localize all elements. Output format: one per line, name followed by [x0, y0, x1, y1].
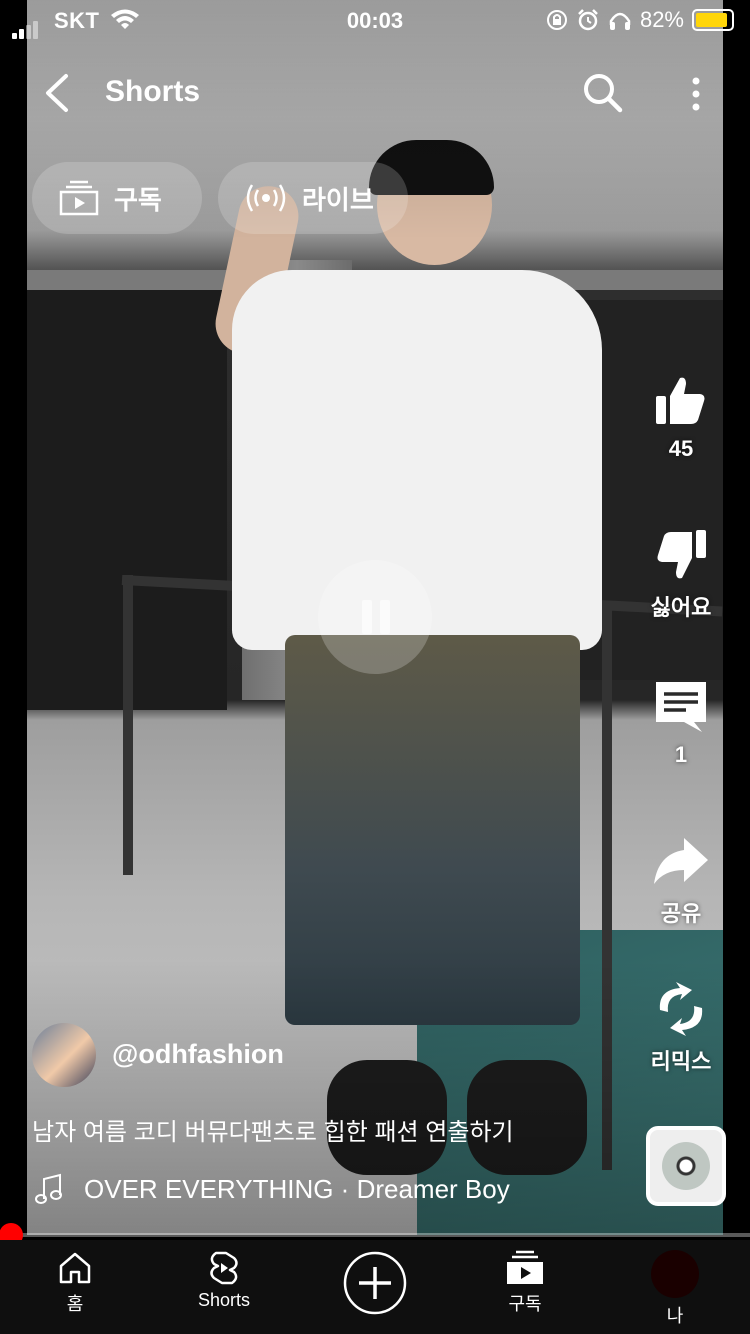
- album-disc: [662, 1142, 710, 1190]
- nav-home[interactable]: 홈: [15, 1250, 135, 1316]
- chip-subscriptions[interactable]: 구독: [32, 162, 202, 234]
- page-title: Shorts: [105, 75, 201, 108]
- profile-avatar: [651, 1250, 699, 1298]
- comment-count: 1: [674, 742, 688, 767]
- channel-handle[interactable]: @odhfashion: [112, 1039, 284, 1070]
- share-icon: [654, 838, 708, 884]
- music-info[interactable]: OVER EVERYTHING · Dreamer Boy: [34, 1173, 510, 1205]
- bottom-nav: 홈 Shorts 구독 나: [0, 1240, 750, 1334]
- subscriptions-icon: [507, 1250, 543, 1284]
- remix-icon: [659, 982, 703, 1036]
- battery-icon: [692, 9, 734, 31]
- nav-shorts[interactable]: Shorts: [164, 1250, 284, 1311]
- video-description[interactable]: 남자 여름 코디 버뮤다팬츠로 힙한 패션 연출하기: [32, 1112, 514, 1147]
- pause-button[interactable]: [318, 560, 432, 674]
- home-icon: [59, 1252, 91, 1284]
- album-art[interactable]: [646, 1126, 726, 1206]
- music-title: OVER EVERYTHING · Dreamer Boy: [84, 1173, 510, 1204]
- create-plus-icon[interactable]: [342, 1250, 408, 1316]
- nav-me[interactable]: 나: [615, 1250, 735, 1328]
- status-right: 82%: [546, 7, 734, 33]
- more-vert-icon[interactable]: [684, 72, 708, 116]
- like-count: 45: [668, 436, 694, 461]
- nav-label: 구독: [508, 1294, 542, 1314]
- thumbs-up-icon: [656, 377, 705, 424]
- status-bar: SKT 00:03 82%: [0, 0, 750, 40]
- back-arrow-icon[interactable]: [36, 68, 86, 118]
- rotation-lock-icon: [546, 10, 567, 30]
- remix-button[interactable]: 리믹스: [626, 978, 736, 1076]
- alarm-icon: [578, 9, 598, 31]
- music-note-icon: [35, 1173, 62, 1204]
- share-button[interactable]: 공유: [626, 830, 736, 928]
- comment-icon: [656, 682, 706, 732]
- nav-label: Shorts: [197, 1290, 251, 1310]
- share-label: 공유: [660, 901, 702, 926]
- nav-label: 나: [666, 1306, 684, 1326]
- battery-percent: 82%: [639, 7, 684, 32]
- channel-avatar[interactable]: [32, 1023, 96, 1087]
- nav-label: 홈: [66, 1294, 84, 1314]
- comment-button[interactable]: 1: [626, 676, 736, 768]
- dislike-label: 싫어요: [650, 595, 712, 620]
- subscriptions-icon: [59, 180, 99, 216]
- live-icon: [246, 184, 286, 212]
- chip-label: 라이브: [302, 184, 374, 215]
- top-bar: Shorts: [0, 60, 750, 130]
- headphones-icon: [609, 12, 631, 30]
- like-button[interactable]: 45: [626, 370, 736, 462]
- nav-subscriptions[interactable]: 구독: [465, 1250, 585, 1316]
- video-progress-bar[interactable]: [0, 1223, 750, 1247]
- dislike-button[interactable]: 싫어요: [626, 524, 736, 622]
- remix-label: 리믹스: [650, 1049, 712, 1074]
- chip-live[interactable]: 라이브: [218, 162, 408, 234]
- chip-label: 구독: [114, 184, 162, 215]
- thumbs-down-icon: [657, 530, 706, 579]
- shorts-icon: [210, 1251, 238, 1285]
- search-icon[interactable]: [580, 70, 624, 114]
